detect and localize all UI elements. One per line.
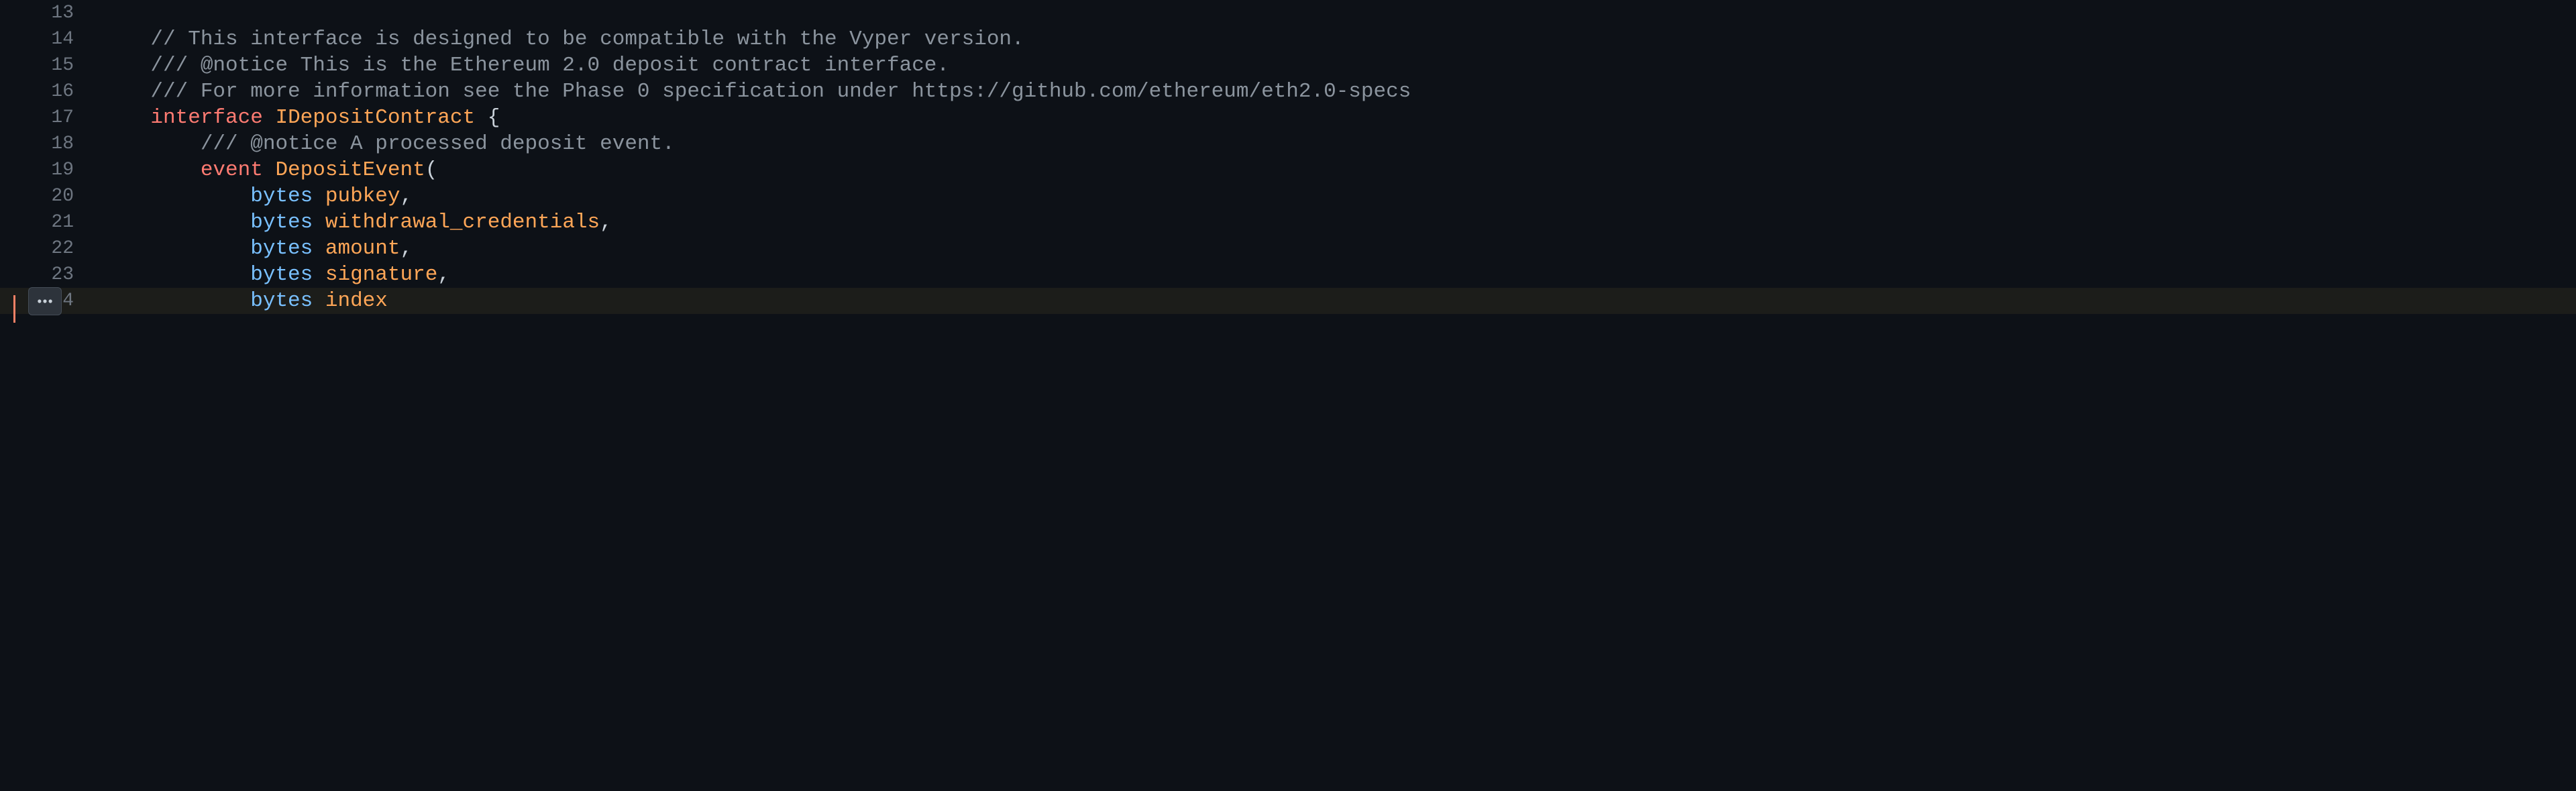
token-punct: , — [437, 263, 450, 286]
token-type: bytes — [250, 289, 313, 313]
line-number[interactable]: 22 — [0, 235, 101, 262]
code-line[interactable]: 20 bytes pubkey, — [0, 183, 2576, 209]
code-line[interactable]: 15 /// @notice This is the Ethereum 2.0 … — [0, 52, 2576, 78]
more-actions-button[interactable] — [28, 287, 62, 315]
code-line[interactable]: 24 bytes index — [0, 288, 2576, 314]
code-line[interactable]: 13 — [0, 0, 2576, 26]
token-comment: /// @notice This is the Ethereum 2.0 dep… — [101, 54, 949, 77]
token-identifier: signature — [325, 263, 437, 286]
code-content[interactable]: interface IDepositContract { — [101, 105, 2576, 131]
token-keyword1: interface — [150, 106, 262, 129]
token-type: bytes — [250, 211, 313, 234]
token-punct — [101, 106, 150, 129]
token-punct — [313, 184, 325, 208]
line-number[interactable]: 18 — [0, 131, 101, 157]
code-line[interactable]: 23 bytes signature, — [0, 262, 2576, 288]
token-punct — [101, 263, 250, 286]
token-type: bytes — [250, 263, 313, 286]
kebab-horizontal-icon — [36, 293, 54, 310]
code-content[interactable]: // This interface is designed to be comp… — [101, 26, 2576, 52]
line-number[interactable]: 15 — [0, 52, 101, 78]
token-classname: DepositEvent — [275, 158, 425, 182]
line-accent-indicator — [13, 295, 15, 323]
line-number[interactable]: 23 — [0, 262, 101, 288]
code-line[interactable]: 14 // This interface is designed to be c… — [0, 26, 2576, 52]
token-type: bytes — [250, 237, 313, 260]
token-comment: /// @notice A processed deposit event. — [101, 132, 675, 156]
code-content[interactable]: bytes amount, — [101, 235, 2576, 262]
code-line[interactable]: 19 event DepositEvent( — [0, 157, 2576, 183]
token-classname: IDepositContract — [275, 106, 475, 129]
token-punct — [263, 158, 276, 182]
code-content[interactable]: /// For more information see the Phase 0… — [101, 78, 2576, 105]
token-identifier: index — [325, 289, 388, 313]
code-line[interactable]: 22 bytes amount, — [0, 235, 2576, 262]
code-content[interactable]: bytes withdrawal_credentials, — [101, 209, 2576, 235]
token-punct: , — [400, 237, 413, 260]
token-identifier: amount — [325, 237, 400, 260]
token-punct: , — [600, 211, 612, 234]
code-editor[interactable]: 1314 // This interface is designed to be… — [0, 0, 2576, 791]
token-punct: , — [400, 184, 413, 208]
code-content[interactable]: bytes pubkey, — [101, 183, 2576, 209]
token-type: bytes — [250, 184, 313, 208]
line-number[interactable]: 21 — [0, 209, 101, 235]
line-number[interactable]: 17 — [0, 105, 101, 131]
token-identifier: pubkey — [325, 184, 400, 208]
code-content[interactable]: /// @notice This is the Ethereum 2.0 dep… — [101, 52, 2576, 78]
token-punct — [313, 237, 325, 260]
line-number[interactable]: 13 — [0, 0, 101, 26]
token-punct — [101, 289, 250, 313]
token-punct: { — [475, 106, 500, 129]
token-punct — [101, 211, 250, 234]
token-punct — [263, 106, 276, 129]
token-identifier: withdrawal_credentials — [325, 211, 600, 234]
code-line[interactable]: 21 bytes withdrawal_credentials, — [0, 209, 2576, 235]
token-punct — [101, 184, 250, 208]
token-punct: ( — [425, 158, 438, 182]
code-line[interactable]: 18 /// @notice A processed deposit event… — [0, 131, 2576, 157]
code-content[interactable]: bytes index — [101, 288, 2576, 314]
token-keyword1: event — [201, 158, 263, 182]
code-content[interactable]: event DepositEvent( — [101, 157, 2576, 183]
token-punct — [313, 211, 325, 234]
code-line[interactable]: 17 interface IDepositContract { — [0, 105, 2576, 131]
token-punct — [313, 289, 325, 313]
token-punct — [101, 237, 250, 260]
token-comment: /// For more information see the Phase 0… — [101, 80, 1411, 103]
token-punct — [313, 263, 325, 286]
line-number[interactable]: 19 — [0, 157, 101, 183]
line-number[interactable]: 14 — [0, 26, 101, 52]
code-line[interactable]: 16 /// For more information see the Phas… — [0, 78, 2576, 105]
code-content[interactable]: bytes signature, — [101, 262, 2576, 288]
line-number[interactable]: 20 — [0, 183, 101, 209]
token-comment: // This interface is designed to be comp… — [101, 28, 1024, 51]
code-content[interactable]: /// @notice A processed deposit event. — [101, 131, 2576, 157]
line-number[interactable]: 16 — [0, 78, 101, 105]
token-punct — [101, 158, 201, 182]
